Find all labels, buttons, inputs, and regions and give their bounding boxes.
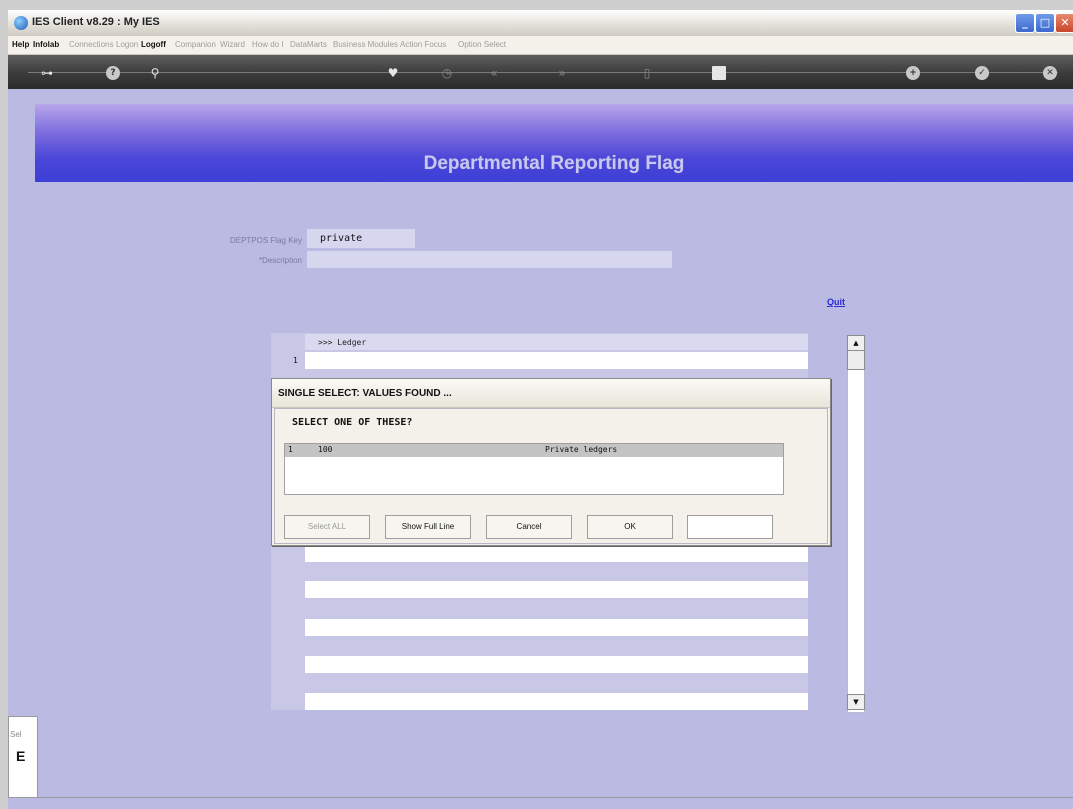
menu-action-focus[interactable]: Action Focus <box>400 40 446 49</box>
minimize-button[interactable]: _ <box>1015 13 1035 33</box>
result-row[interactable]: 1 100 Private ledgers <box>285 444 783 457</box>
show-full-line-button[interactable]: Show Full Line <box>385 515 471 539</box>
menu-wizard[interactable]: Wizard <box>220 40 245 49</box>
stop-icon[interactable]: ■ <box>712 66 726 80</box>
ok-button[interactable]: OK <box>587 515 673 539</box>
page-title: Departmental Reporting Flag <box>423 153 685 174</box>
dialog-title: SINGLE SELECT: VALUES FOUND ... <box>278 388 452 399</box>
single-select-dialog: SINGLE SELECT: VALUES FOUND ... SELECT O… <box>271 378 831 546</box>
grid-row[interactable] <box>305 656 808 673</box>
scroll-thumb[interactable] <box>847 350 865 370</box>
app-icon <box>14 16 28 30</box>
select-all-button[interactable]: Select ALL <box>284 515 370 539</box>
window-title: IES Client v8.29 : My IES <box>32 16 160 28</box>
bottom-divider <box>8 797 1073 798</box>
menu-infolab[interactable]: Infolab <box>33 40 59 49</box>
grid-header-label: >>> Ledger <box>318 338 367 347</box>
result-code: 100 <box>318 445 333 454</box>
grid-row[interactable] <box>305 619 808 636</box>
flag-key-value[interactable]: private <box>320 233 362 244</box>
toolbar-divider <box>28 72 1058 73</box>
result-description: Private ledgers <box>545 445 618 454</box>
grid-header <box>305 334 808 350</box>
result-list[interactable]: 1 100 Private ledgers <box>284 443 784 495</box>
grid-row[interactable] <box>305 545 808 562</box>
key-icon[interactable]: ⊶ <box>40 66 54 80</box>
add-icon[interactable]: + <box>906 66 920 80</box>
description-label: *Description <box>258 256 302 265</box>
grid-scrollbar[interactable] <box>847 335 865 713</box>
menu-business-modules[interactable]: Business Modules <box>333 40 398 49</box>
status-value: E <box>16 748 26 764</box>
status-label: Sel <box>10 730 22 739</box>
grid-row[interactable] <box>305 352 808 369</box>
menu-logon[interactable]: Logon <box>116 40 138 49</box>
menu-logoff[interactable]: Logoff <box>141 40 166 49</box>
scroll-up-arrow-icon[interactable]: ▲ <box>847 335 865 351</box>
check-icon[interactable]: ✓ <box>975 66 989 80</box>
flag-key-label: DEPTPOS Flag Key <box>229 236 302 245</box>
document-icon[interactable]: ▯ <box>640 66 654 80</box>
menu-option-select[interactable]: Option Select <box>458 40 506 49</box>
forward-icon[interactable]: » <box>555 66 569 80</box>
scroll-down-arrow-icon[interactable]: ▼ <box>847 694 865 710</box>
quit-link[interactable]: Quit <box>827 297 845 307</box>
maximize-button[interactable]: □ <box>1035 13 1055 33</box>
grid-row[interactable] <box>305 693 808 710</box>
grid-row[interactable] <box>305 581 808 598</box>
menu-companion[interactable]: Companion <box>175 40 216 49</box>
menu-how-do-i[interactable]: How do I <box>252 40 284 49</box>
dialog-prompt: SELECT ONE OF THESE? <box>292 417 413 428</box>
window-titlebar: IES Client v8.29 : My IES _ □ ✕ <box>8 10 1073 37</box>
cancel-icon[interactable]: ✕ <box>1043 66 1057 80</box>
grid-row-number: 1 <box>293 356 298 365</box>
dialog-titlebar: SINGLE SELECT: VALUES FOUND ... <box>272 379 830 408</box>
clock-icon[interactable]: ◷ <box>440 66 454 80</box>
close-button[interactable]: ✕ <box>1055 13 1073 33</box>
menu-datamarts[interactable]: DataMarts <box>290 40 327 49</box>
rewind-icon[interactable]: « <box>487 66 501 80</box>
description-input[interactable] <box>307 251 672 268</box>
filter-input[interactable] <box>687 515 773 539</box>
menu-bar <box>8 36 1073 55</box>
heart-icon[interactable]: ♥ <box>386 66 400 80</box>
cancel-button[interactable]: Cancel <box>486 515 572 539</box>
menu-connections[interactable]: Connections <box>69 40 113 49</box>
result-index: 1 <box>288 445 293 454</box>
help-icon[interactable]: ? <box>106 66 120 80</box>
menu-help[interactable]: Help <box>12 40 29 49</box>
search-icon[interactable]: ⚲ <box>148 66 162 80</box>
